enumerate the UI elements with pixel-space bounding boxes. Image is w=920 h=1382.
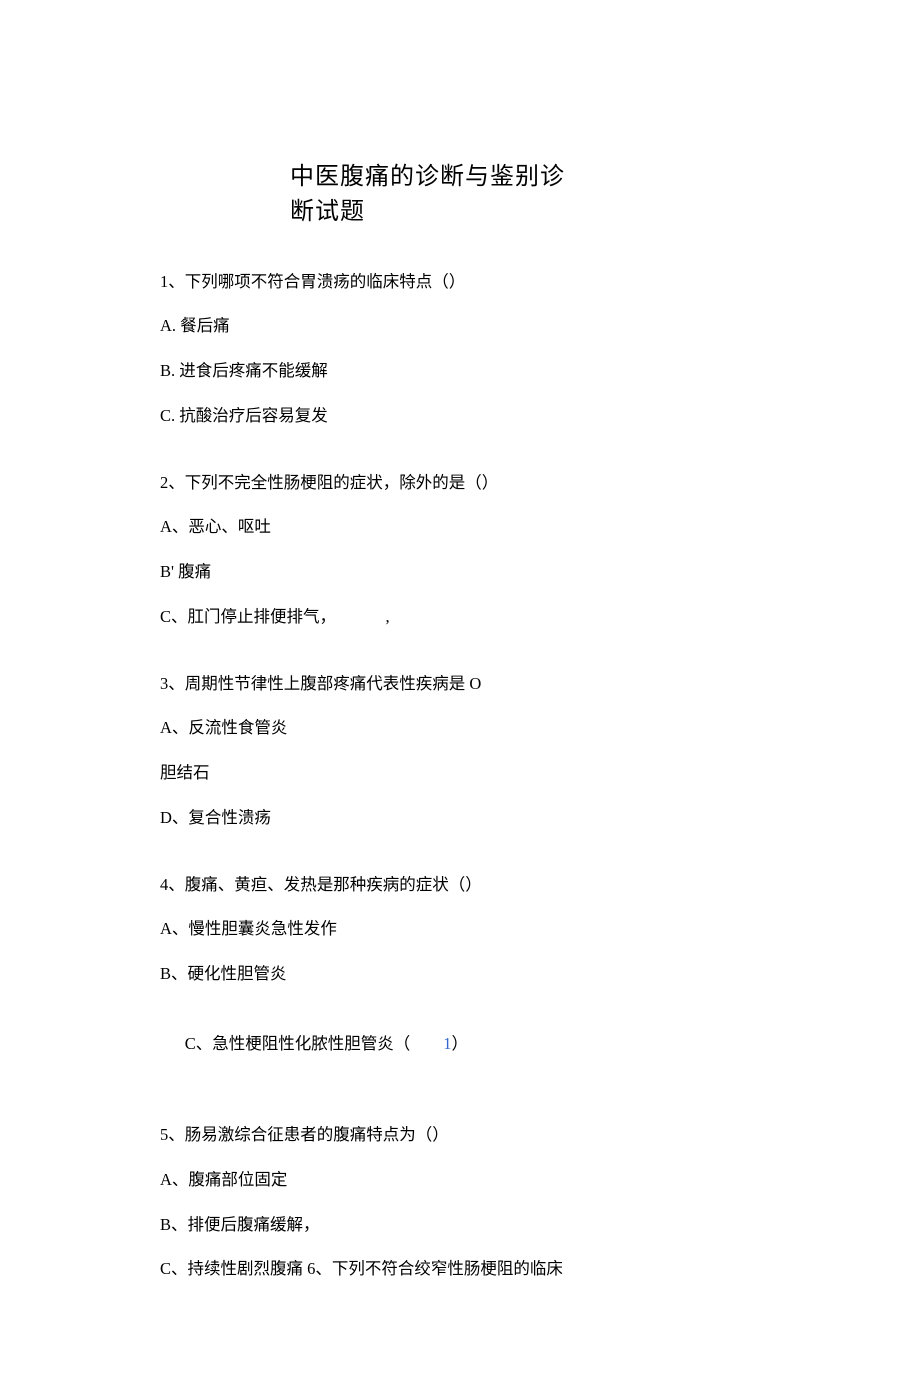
q1-option-c: C. 抗酸治疗后容易复发 [160, 404, 760, 429]
q2-option-a: A、恶心、呕吐 [160, 515, 760, 540]
gap [160, 1101, 760, 1123]
q2-option-b: B' 腹痛 [160, 560, 760, 585]
content-body: 1、下列哪项不符合胃溃疡的临床特点（） A. 餐后痛 B. 进食后疼痛不能缓解 … [160, 270, 760, 1283]
q3-option-a: A、反流性食管炎 [160, 716, 760, 741]
q5-stem: 5、肠易激综合征患者的腹痛特点为（） [160, 1123, 760, 1148]
title-block: 中医腹痛的诊断与鉴别诊 断试题 [290, 160, 630, 230]
document-page: 中医腹痛的诊断与鉴别诊 断试题 1、下列哪项不符合胃溃疡的临床特点（） A. 餐… [0, 0, 920, 1382]
q4-option-a: A、慢性胆囊炎急性发作 [160, 917, 760, 942]
q1-option-b: B. 进食后疼痛不能缓解 [160, 359, 760, 384]
q4-c-suffix: ） [452, 1034, 469, 1053]
q1-option-a: A. 餐后痛 [160, 314, 760, 339]
q2-option-c: C、肛门停止排便排气， , [160, 605, 760, 630]
q2-stem: 2、下列不完全性肠梗阻的症状，除外的是（） [160, 471, 760, 496]
q3-stem: 3、周期性节律性上腹部疼痛代表性疾病是 O [160, 672, 760, 697]
q4-stem: 4、腹痛、黄疸、发热是那种疾病的症状（） [160, 873, 760, 898]
q4-c-blue-number: 1 [443, 1034, 451, 1053]
q4-option-b: B、硬化性胆管炎 [160, 962, 760, 987]
gap [160, 449, 760, 471]
q5-option-b: B、排便后腹痛缓解， [160, 1213, 760, 1238]
q4-option-c: C、急性梗阻性化脓性胆管炎（ 1） [160, 1007, 760, 1081]
q5-option-a: A、腹痛部位固定 [160, 1168, 760, 1193]
gap [160, 650, 760, 672]
q3-mid-text: 胆结石 [160, 761, 760, 786]
q5-option-c: C、持续性剧烈腹痛 6、下列不符合绞窄性肠梗阻的临床 [160, 1257, 760, 1282]
title-line-1: 中医腹痛的诊断与鉴别诊 [290, 160, 630, 195]
q3-option-d: D、复合性溃疡 [160, 806, 760, 831]
q1-stem: 1、下列哪项不符合胃溃疡的临床特点（） [160, 270, 760, 295]
title-line-2: 断试题 [290, 195, 630, 230]
gap [160, 851, 760, 873]
q4-c-prefix: C、急性梗阻性化脓性胆管炎（ [185, 1034, 444, 1053]
